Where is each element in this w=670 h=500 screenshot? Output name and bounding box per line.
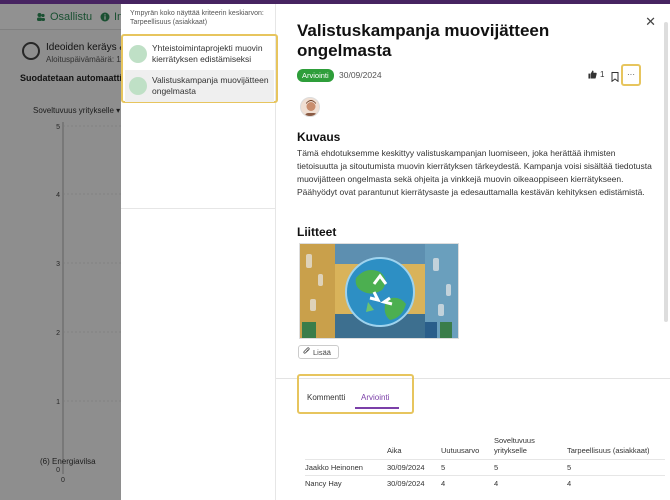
table-cell: 5 [567,459,665,476]
table-cell: 30/09/2024 [387,459,441,476]
description-heading: Kuvaus [297,130,341,144]
tab-kommentti[interactable]: Kommentti [307,393,345,402]
more-icon: ··· [627,70,635,79]
status-badge: Arviointi [297,69,334,82]
idea-list-column: Ympyrän koko näyttää kriteerin keskiarvo… [121,4,278,500]
attachment-image[interactable] [299,243,459,339]
column-header: Uutuusarvo [441,446,480,455]
table-cell: Nancy Hay [305,475,387,492]
table-row[interactable]: Jaakko Heinonen 30/09/2024 5 5 5 [305,459,665,476]
avatar[interactable] [300,97,320,117]
tab-arviointi[interactable]: Arviointi [361,393,389,402]
attachments-heading: Liitteet [297,225,337,239]
bookmark-button[interactable] [611,69,619,87]
column-header [305,434,387,460]
idea-bubble-icon [129,45,147,63]
table-header-row: Aika Uutuusarvo Soveltuvuus yritykselle … [305,434,665,460]
list-item[interactable]: Yhteistoimintaprojekti muovin kierrätyks… [125,38,274,70]
table-cell: 30/09/2024 [387,475,441,492]
like-button[interactable]: 1 [588,70,604,79]
list-item-label: Valistuskampanja muovijätteen ongelmasta [152,75,269,96]
bubble-size-hint: Ympyrän koko näyttää kriteerin keskiarvo… [130,10,264,26]
table-cell: 4 [441,475,494,492]
column-header: Tarpeellisuus (asiakkaat) [567,446,650,455]
thumbs-up-icon [588,70,597,79]
like-count: 1 [600,70,605,79]
idea-bubble-icon [129,77,147,95]
idea-detail-column: ✕ Valistuskampanja muovijätteen ongelmas… [276,4,670,500]
idea-date: 30/09/2024 [339,70,382,80]
column-header: Aika [387,446,402,455]
list-item-label: Yhteistoimintaprojekti muovin kierrätyks… [152,43,263,64]
evaluation-table: Aika Uutuusarvo Soveltuvuus yritykselle … [305,434,665,492]
add-attachment-button[interactable]: Lisää [298,345,339,359]
tab-bar: Kommentti Arviointi [297,374,414,414]
table-cell: 4 [567,475,665,492]
more-options-button[interactable]: ··· [621,64,641,86]
active-tab-indicator [355,407,399,409]
paperclip-icon [303,347,310,357]
table-cell: 5 [494,459,567,476]
idea-detail-panel: Ympyrän koko näyttää kriteerin keskiarvo… [121,4,670,500]
column-header: Soveltuvuus yritykselle [494,436,535,455]
table-cell: Jaakko Heinonen [305,459,387,476]
page-title: Valistuskampanja muovijätteen ongelmasta [297,21,550,60]
scrollbar[interactable] [664,22,668,322]
user-avatar-icon [301,98,319,116]
table-row[interactable]: Nancy Hay 30/09/2024 4 4 4 [305,475,665,492]
add-button-label: Lisää [313,347,331,357]
table-cell: 4 [494,475,567,492]
description-text: Tämä ehdotuksemme keskittyy valistuskamp… [297,148,652,197]
table-cell: 5 [441,459,494,476]
close-icon[interactable]: ✕ [645,14,656,30]
bookmark-icon [611,72,619,83]
list-item[interactable]: Valistuskampanja muovijätteen ongelmasta [125,70,274,102]
recycling-globe-image [300,244,458,338]
idea-list: Yhteistoimintaprojekti muovin kierrätyks… [121,34,278,103]
